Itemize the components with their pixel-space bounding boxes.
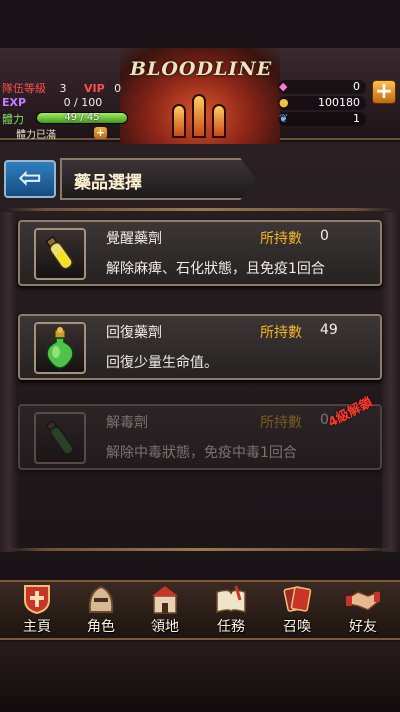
- owned-label: 所持數: [260, 415, 302, 431]
- home-shield-icon: [20, 584, 54, 615]
- team-level-row: 隊伍等級 3 VIP 0: [2, 80, 121, 96]
- owned-label: 所持數: [260, 231, 302, 247]
- item-description: 解除中毒狀態，免疫中毒1回合: [106, 445, 297, 461]
- stamina-value: 49 / 45: [64, 112, 100, 123]
- divider: [6, 548, 394, 551]
- nav-label: 好友: [349, 619, 377, 635]
- item-card-recover[interactable]: 回復藥劑 所持數 49 回復少量生命值。: [18, 314, 382, 380]
- wing-value: 1: [353, 112, 360, 125]
- add-stamina-button[interactable]: +: [94, 127, 107, 139]
- nav-label: 角色: [87, 619, 115, 635]
- gold-value: 100180: [318, 96, 360, 109]
- owned-count: 0: [320, 228, 329, 244]
- gem-value: 0: [353, 80, 360, 93]
- wing-counter: ❦ 1: [278, 112, 366, 126]
- nav-character[interactable]: 角色: [72, 580, 130, 638]
- nav-label: 召喚: [283, 619, 311, 635]
- wing-icon: ❦: [279, 112, 289, 125]
- exp-row: EXP 0 / 100: [2, 96, 102, 109]
- stamina-full-text: 體力已滿: [16, 130, 56, 141]
- buy-currency-button[interactable]: +: [372, 80, 396, 104]
- gem-counter: ◆ 0: [278, 80, 366, 94]
- quest-book-icon: [214, 584, 248, 614]
- divider: [6, 208, 394, 211]
- stamina-bar: 49 / 45: [36, 112, 128, 124]
- vip-label: VIP: [84, 82, 105, 95]
- back-button[interactable]: ⇦: [4, 160, 56, 198]
- item-card-awaken[interactable]: 覺醒藥劑 所持數 0 解除麻痺、石化狀態，且免疫1回合: [18, 220, 382, 286]
- stamina-label: 體力: [2, 113, 24, 126]
- nav-summon[interactable]: 召喚: [268, 580, 326, 638]
- nav-territory[interactable]: 領地: [136, 580, 194, 638]
- yellow-potion-icon: [34, 228, 86, 280]
- nav-label: 領地: [151, 619, 179, 635]
- nav-label: 主頁: [23, 619, 51, 635]
- nav-label: 任務: [217, 619, 245, 635]
- green-vial-icon: [34, 412, 86, 464]
- gold-counter: ● 100180: [278, 96, 366, 110]
- nav-home[interactable]: 主頁: [8, 580, 66, 638]
- owned-label: 所持數: [260, 325, 302, 341]
- item-description: 解除麻痺、石化狀態，且免疫1回合: [106, 261, 325, 277]
- exp-label: EXP: [2, 96, 27, 109]
- nav-quest[interactable]: 任務: [202, 580, 260, 638]
- back-arrow-icon: ⇦: [18, 161, 42, 194]
- stained-window: [172, 104, 186, 138]
- game-logo: BLOODLINE: [129, 58, 273, 80]
- nav-friends[interactable]: 好友: [334, 580, 392, 638]
- owned-count: 49: [320, 322, 338, 338]
- gem-icon: ◆: [279, 80, 288, 93]
- exp-value: 0 / 100: [63, 96, 103, 109]
- summon-cards-icon: [280, 584, 314, 614]
- page-title: 藥品選擇: [74, 173, 142, 193]
- left-curtain-decor: [0, 212, 18, 552]
- team-level-value: 3: [59, 82, 67, 95]
- gold-coin-icon: ●: [279, 96, 289, 109]
- stamina-label-wrap: 體力: [2, 111, 24, 127]
- handshake-icon: [346, 584, 380, 614]
- team-level-label: 隊伍等級: [2, 82, 46, 95]
- character-helmet-icon: [84, 584, 118, 614]
- item-name: 解毒劑: [106, 415, 148, 431]
- item-name: 覺醒藥劑: [106, 231, 162, 247]
- item-description: 回復少量生命值。: [106, 355, 218, 371]
- item-name: 回復藥劑: [106, 325, 162, 341]
- bottom-decoration: [0, 642, 400, 712]
- castle-icon: [148, 584, 182, 614]
- right-curtain-decor: [382, 212, 400, 552]
- stained-window: [212, 104, 226, 138]
- stained-window: [192, 94, 206, 138]
- green-flask-icon: [34, 322, 86, 374]
- vip-value: 0: [114, 82, 122, 95]
